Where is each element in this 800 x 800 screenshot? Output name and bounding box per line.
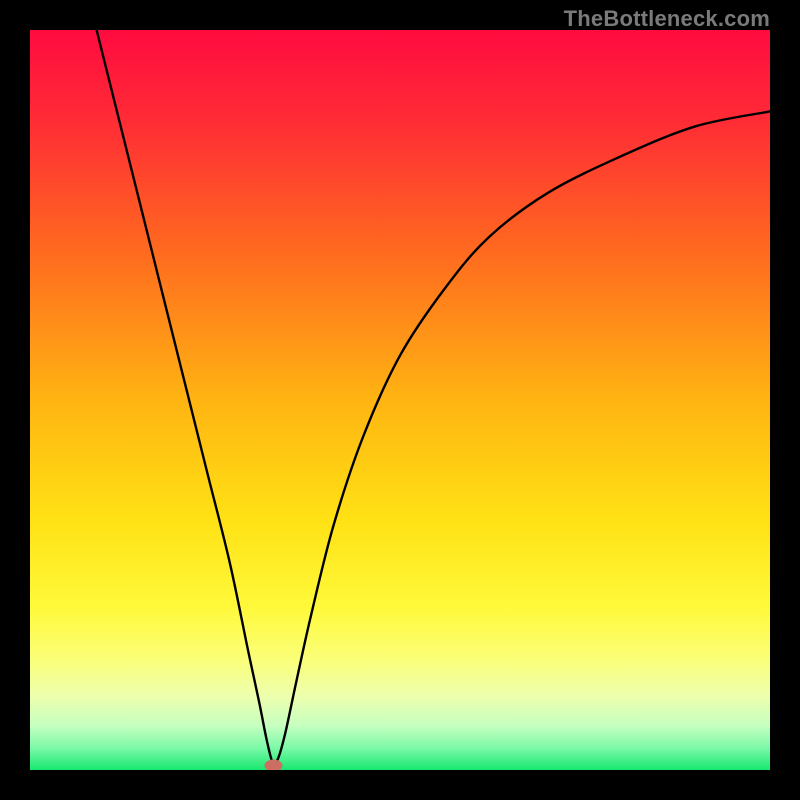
chart-plot-area: [30, 30, 770, 770]
chart-frame: TheBottleneck.com: [0, 0, 800, 800]
bottleneck-chart: [30, 30, 770, 770]
watermark-text: TheBottleneck.com: [564, 6, 770, 32]
